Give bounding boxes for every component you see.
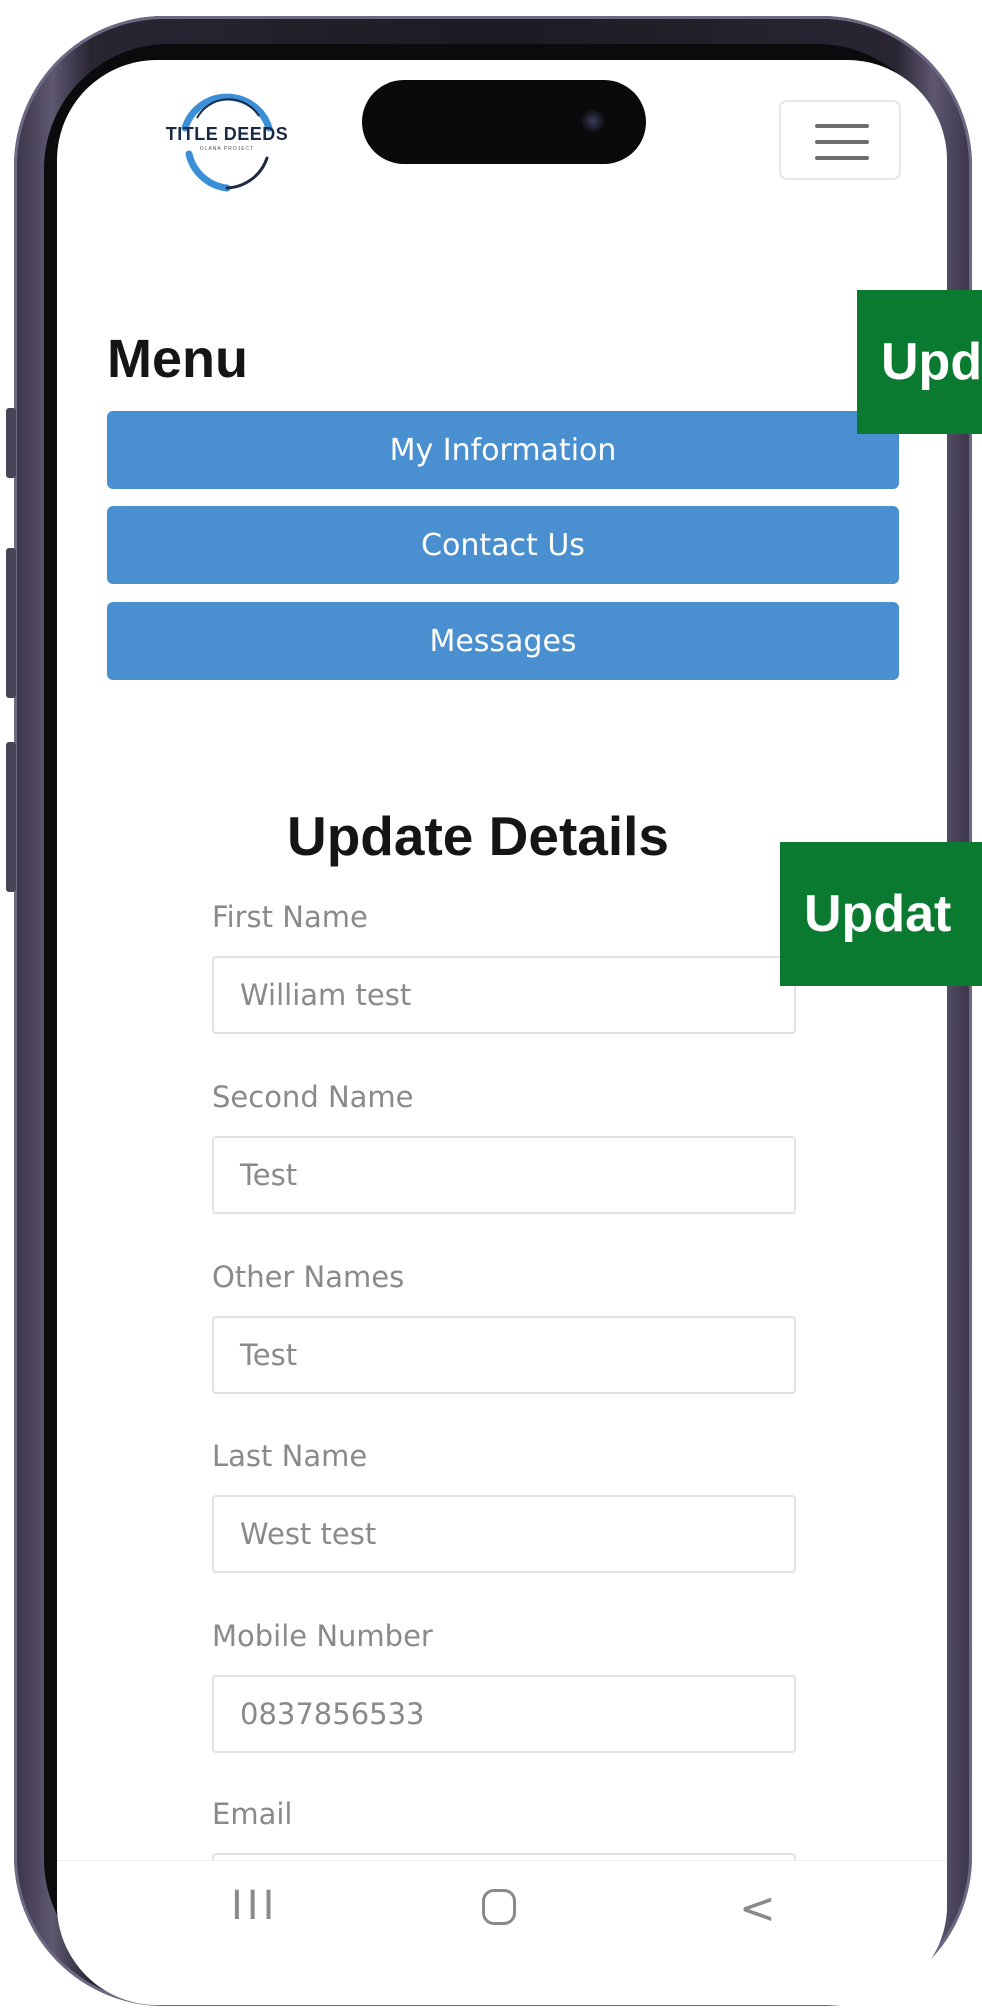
overlay-tag-top: Upd xyxy=(857,290,982,434)
dynamic-island xyxy=(362,80,646,164)
menu-title: Menu xyxy=(107,329,248,389)
home-icon[interactable] xyxy=(482,1889,516,1925)
email-label: Email xyxy=(212,1797,293,1831)
title-deeds-logo[interactable]: TITLE DEEDS OLANA PROJECT xyxy=(137,88,317,198)
other-names-input[interactable]: Test xyxy=(212,1316,796,1394)
mobile-number-input[interactable]: 0837856533 xyxy=(212,1675,796,1753)
mobile-number-label: Mobile Number xyxy=(212,1619,433,1653)
android-nav-bar: III < xyxy=(57,1860,947,1950)
form-title: Update Details xyxy=(286,805,670,867)
second-name-input[interactable]: Test xyxy=(212,1136,796,1214)
camera-icon xyxy=(582,110,604,132)
last-name-label: Last Name xyxy=(212,1439,368,1473)
phone-side-button xyxy=(6,408,16,478)
logo-text: TITLE DEEDS xyxy=(165,124,289,144)
phone-volume-down xyxy=(6,742,16,892)
phone-screen: TITLE DEEDS OLANA PROJECT Menu My Inform… xyxy=(57,60,947,2005)
menu-button-contact-us[interactable]: Contact Us xyxy=(107,506,899,584)
recent-apps-icon[interactable]: III xyxy=(231,1883,278,1929)
overlay-tag-middle: Updat xyxy=(780,842,982,986)
hamburger-menu-button[interactable] xyxy=(779,100,901,180)
hamburger-line-icon xyxy=(815,140,869,144)
last-name-input[interactable]: West test xyxy=(212,1495,796,1573)
hamburger-line-icon xyxy=(815,124,869,128)
other-names-label: Other Names xyxy=(212,1260,405,1294)
first-name-label: First Name xyxy=(212,900,368,934)
second-name-label: Second Name xyxy=(212,1080,414,1114)
back-icon[interactable]: < xyxy=(739,1883,776,1934)
hamburger-line-icon xyxy=(815,156,869,160)
first-name-input[interactable]: William test xyxy=(212,956,796,1034)
logo-subtitle: OLANA PROJECT xyxy=(199,146,255,152)
phone-volume-up xyxy=(6,548,16,698)
menu-button-messages[interactable]: Messages xyxy=(107,602,899,680)
menu-button-my-information[interactable]: My Information xyxy=(107,411,899,489)
